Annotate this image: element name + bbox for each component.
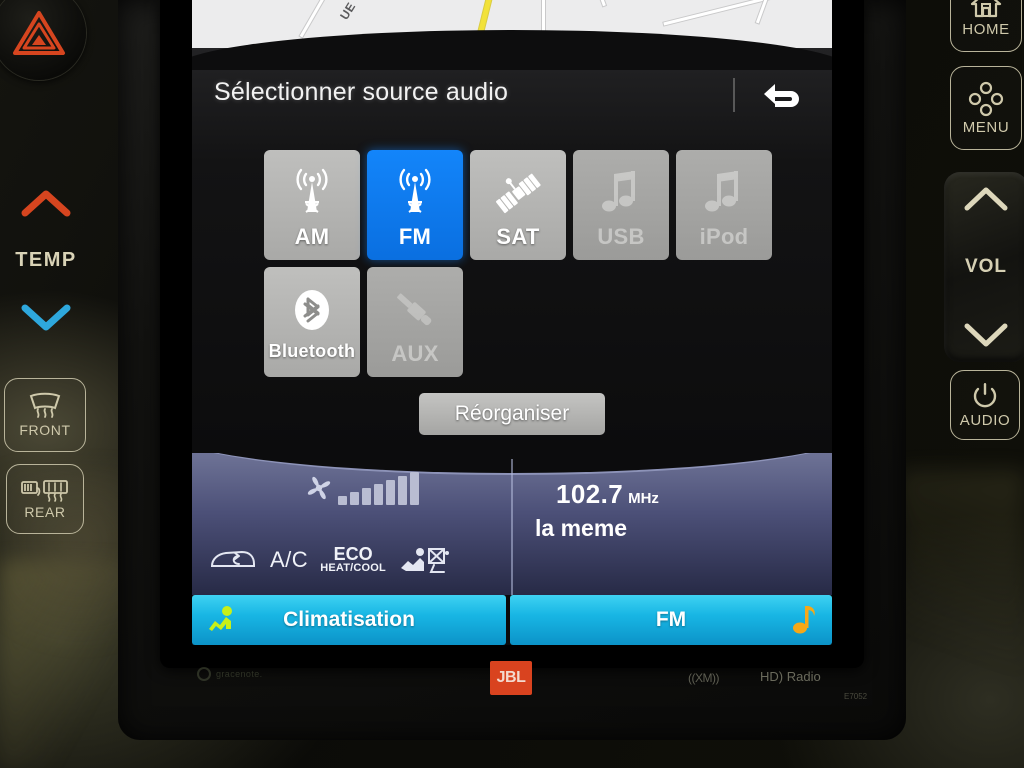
source-button-usb[interactable]: USB — [573, 150, 669, 260]
reorganize-button[interactable]: Réorganiser — [419, 393, 605, 435]
source-label: USB — [597, 224, 645, 249]
fan-speed-indicator — [302, 471, 419, 505]
temperature-rocker[interactable]: TEMP — [0, 180, 98, 340]
audio-source-panel: Sélectionner source audio AM FM SAT USB … — [192, 30, 832, 453]
music-note-icon — [598, 164, 644, 222]
radio-status[interactable]: 102.7 MHz la meme — [513, 453, 832, 595]
home-icon — [970, 0, 1002, 17]
infotainment-screen: UE Sélectionner source audio AM FM SAT U… — [192, 0, 832, 645]
audio-power-button[interactable]: AUDIO — [950, 370, 1020, 440]
source-button-am[interactable]: AM — [264, 150, 360, 260]
menu-label: MENU — [962, 118, 1010, 136]
source-label: FM — [398, 224, 432, 249]
source-button-ipod[interactable]: iPod — [676, 150, 772, 260]
station-name: la meme — [535, 515, 628, 541]
eco-mode-label: HEAT/COOL — [320, 562, 386, 574]
volume-label: VOL — [964, 256, 1008, 277]
jbl-logo: JBL — [490, 661, 532, 695]
source-button-aux[interactable]: AUX — [367, 267, 463, 377]
source-button-bluetooth[interactable]: Bluetooth — [264, 267, 360, 377]
music-note-icon — [793, 606, 815, 634]
seat-airflow-icon — [400, 547, 449, 573]
menu-dots-icon — [968, 81, 1004, 116]
gracenote-mark-icon — [197, 667, 211, 681]
radio-tower-icon — [287, 164, 337, 222]
branding-strip: gracenote. JBL ((XM)) HD) Radio E7052 — [192, 645, 867, 705]
fan-icon — [307, 476, 331, 500]
home-button[interactable]: HOME — [950, 0, 1022, 52]
air-recirculation-icon — [210, 550, 255, 567]
gracenote-label: gracenote. — [216, 669, 263, 679]
climate-icon-row: A/C ECO HEAT/COOL — [208, 545, 503, 574]
eco-label: ECO — [333, 544, 373, 564]
source-label: Bluetooth — [268, 341, 356, 361]
front-defrost-label: FRONT — [19, 422, 71, 438]
tab-climatisation[interactable]: Climatisation — [192, 595, 506, 645]
menu-button[interactable]: MENU — [950, 66, 1022, 150]
tab-label: FM — [655, 608, 687, 631]
source-label: AUX — [391, 341, 439, 366]
map-road — [755, 0, 772, 24]
frequency-display: 102.7 MHz — [556, 479, 659, 510]
front-defrost-button[interactable]: FRONT — [4, 378, 86, 452]
map-road — [594, 0, 606, 7]
fan-level-bars — [338, 472, 419, 505]
power-icon — [973, 382, 997, 407]
rear-defrost-icon — [21, 480, 68, 502]
status-panel: A/C ECO HEAT/COOL 102.7 MHz la meme — [192, 453, 832, 595]
source-row-1: AM FM SAT USB iPod — [264, 150, 784, 260]
radio-tower-icon — [390, 164, 440, 222]
frequency-unit: MHz — [628, 490, 659, 507]
dashboard-sheen-right — [900, 470, 1024, 768]
frequency-value: 102.7 — [556, 479, 624, 509]
source-label: iPod — [699, 224, 749, 249]
hd-radio-logo: HD) Radio — [760, 669, 821, 684]
source-label: SAT — [496, 224, 540, 249]
bottom-tab-bar: Climatisation FM — [192, 595, 832, 645]
music-note-icon — [701, 164, 747, 222]
map-street-label: UE — [337, 0, 359, 23]
reorganize-row: Réorganiser — [192, 393, 832, 435]
hazard-triangle-icon — [13, 11, 65, 55]
chevron-up-icon — [964, 187, 1008, 211]
gracenote-logo: gracenote. — [197, 667, 263, 681]
source-label: AM — [294, 224, 330, 249]
front-defrost-icon — [29, 392, 61, 418]
rear-defrost-button[interactable]: REAR — [6, 464, 84, 534]
home-label: HOME — [962, 20, 1010, 38]
eco-indicator: ECO HEAT/COOL — [320, 545, 386, 574]
tab-label: Climatisation — [283, 608, 415, 631]
source-grid: AM FM SAT USB iPod Bluetooth AUX — [264, 150, 784, 384]
climate-status[interactable]: A/C ECO HEAT/COOL — [192, 453, 511, 595]
airflow-person-icon — [209, 606, 232, 631]
header-divider — [733, 78, 735, 112]
rear-defrost-label: REAR — [24, 504, 66, 520]
tab-fm[interactable]: FM — [510, 595, 832, 645]
ac-label: A/C — [270, 546, 309, 572]
jbl-label: JBL — [496, 669, 526, 686]
xm-logo: ((XM)) — [688, 671, 719, 685]
satellite-icon — [492, 164, 544, 222]
page-title: Sélectionner source audio — [214, 78, 509, 106]
source-button-fm[interactable]: FM — [367, 150, 463, 260]
temp-label: TEMP — [15, 248, 77, 271]
map-road — [299, 0, 328, 38]
model-code: E7052 — [844, 692, 868, 701]
bluetooth-icon — [288, 281, 336, 339]
aux-plug-icon — [387, 281, 443, 339]
audio-label: AUDIO — [959, 411, 1011, 429]
chevron-up-icon — [21, 190, 71, 217]
volume-rocker[interactable]: VOL — [944, 172, 1024, 362]
source-row-2: Bluetooth AUX — [264, 267, 784, 377]
source-button-sat[interactable]: SAT — [470, 150, 566, 260]
chevron-down-icon — [964, 323, 1008, 347]
back-arrow-icon — [764, 84, 799, 107]
back-button[interactable] — [752, 78, 816, 116]
chevron-down-icon — [21, 304, 71, 331]
